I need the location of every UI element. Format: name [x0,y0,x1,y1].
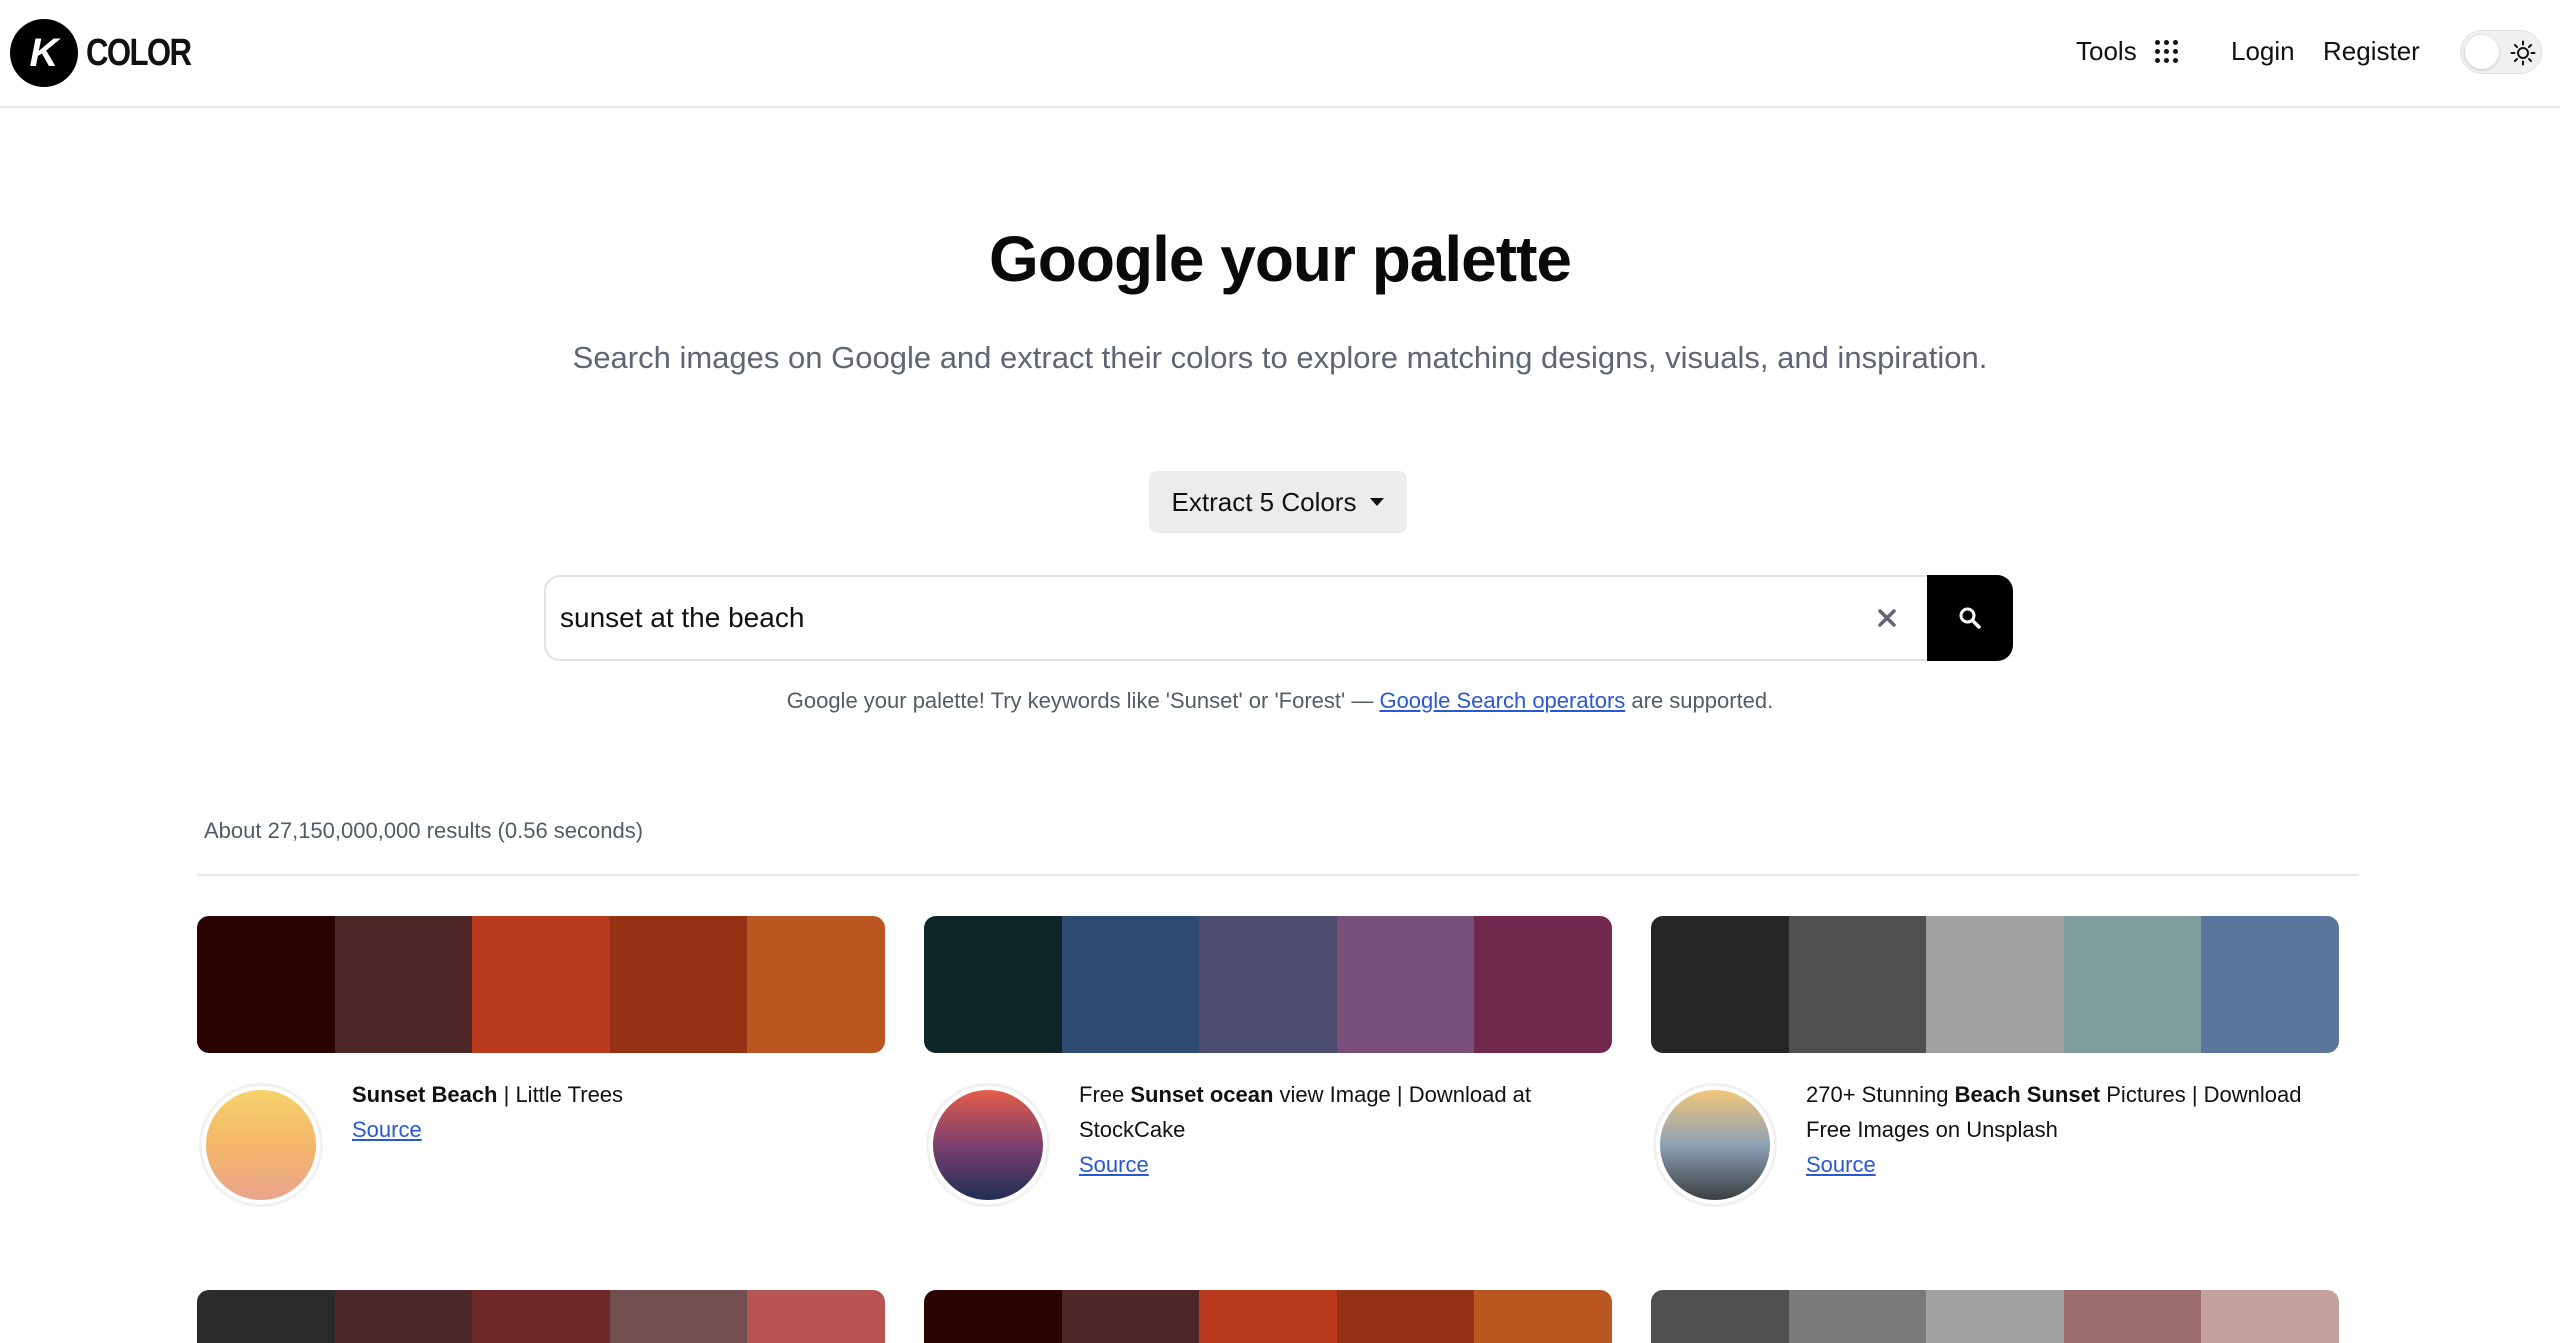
color-swatch[interactable] [1061,1290,1200,1343]
card-title: Sunset Beach | Little Trees Source [352,1077,885,1147]
source-link[interactable]: Source [1079,1147,1612,1182]
color-swatch[interactable] [2201,916,2339,1053]
caret-down-icon [1370,498,1385,506]
color-palette[interactable] [197,916,885,1053]
tools-label: Tools [2076,36,2137,66]
color-swatch[interactable] [1199,916,1337,1053]
page-title: Google your palette [989,223,1572,295]
color-swatch[interactable] [2063,1290,2202,1343]
thumbnail-image [206,1090,316,1200]
title-text: | Little Trees [497,1082,624,1107]
extract-colors-label: Extract 5 Colors [1171,486,1357,517]
clear-icon[interactable] [1870,601,1904,635]
color-swatch[interactable] [334,1290,473,1343]
result-card[interactable]: Free Sunset ocean view Image | Download … [924,916,1612,1207]
search-input[interactable] [560,589,1860,647]
color-swatch[interactable] [472,1290,610,1343]
color-swatch[interactable] [747,1290,885,1343]
color-swatch[interactable] [1474,916,1612,1053]
theme-toggle[interactable] [2460,30,2542,74]
thumbnail-image [1660,1090,1770,1200]
divider [197,874,2359,876]
extract-colors-dropdown[interactable]: Extract 5 Colors [1149,471,1407,533]
color-swatch[interactable] [2063,916,2202,1053]
color-swatch[interactable] [1788,1290,1927,1343]
search-bar [544,575,2013,661]
color-swatch[interactable] [1651,916,1789,1053]
color-palette[interactable] [197,1290,885,1343]
tools-menu[interactable]: Tools [2076,36,2178,67]
title-text: 270+ Stunning [1806,1082,1955,1107]
card-body: Sunset Beach | Little Trees Source [197,1053,885,1207]
title-text: Beach Sunset [1954,1082,2101,1107]
color-swatch[interactable] [1199,1290,1337,1343]
title-text: Free [1079,1082,1131,1107]
toggle-knob [2465,35,2499,69]
color-swatch[interactable] [747,916,885,1053]
source-link[interactable]: Source [1806,1147,2339,1182]
google-operators-link[interactable]: Google Search operators [1379,688,1625,713]
color-swatch[interactable] [1926,1290,2064,1343]
sun-icon [2510,40,2536,66]
search-hint: Google your palette! Try keywords like '… [0,688,2560,714]
register-link[interactable]: Register [2323,36,2420,67]
color-palette[interactable] [924,1290,1612,1343]
color-swatch[interactable] [1336,916,1475,1053]
thumbnail[interactable] [926,1083,1050,1207]
color-swatch[interactable] [197,1290,335,1343]
color-palette[interactable] [924,916,1612,1053]
color-swatch[interactable] [197,916,335,1053]
thumbnail[interactable] [199,1083,323,1207]
thumbnail[interactable] [1653,1083,1777,1207]
result-card[interactable] [1651,1290,2339,1343]
logo-text: COLOR [86,31,192,74]
color-swatch[interactable] [924,916,1062,1053]
result-card[interactable]: 270+ Stunning Beach Sunset Pictures | Do… [1651,916,2339,1207]
hint-prefix: Google your palette! Try keywords like '… [786,688,1380,713]
color-swatch[interactable] [924,1290,1062,1343]
color-swatch[interactable] [1336,1290,1475,1343]
color-swatch[interactable] [1788,916,1927,1053]
source-link[interactable]: Source [352,1112,885,1147]
color-swatch[interactable] [2201,1290,2339,1343]
card-title: 270+ Stunning Beach Sunset Pictures | Do… [1806,1077,2339,1182]
result-card[interactable]: Sunset Beach | Little Trees Source [197,916,885,1207]
login-link[interactable]: Login [2231,36,2295,67]
card-body: 270+ Stunning Beach Sunset Pictures | Do… [1651,1053,2339,1207]
color-palette[interactable] [1651,916,2339,1053]
color-swatch[interactable] [334,916,473,1053]
card-title: Free Sunset ocean view Image | Download … [1079,1077,1612,1182]
color-swatch[interactable] [1651,1290,1789,1343]
hint-suffix: are supported. [1625,688,1774,713]
title-text: Sunset Beach [352,1082,498,1107]
result-card[interactable] [924,1290,1612,1343]
top-header: K COLOR Tools Login Register [0,0,2560,108]
color-palette[interactable] [1651,1290,2339,1343]
thumbnail-image [933,1090,1043,1200]
color-swatch[interactable] [609,916,748,1053]
color-swatch[interactable] [1474,1290,1612,1343]
search-icon [1959,607,1981,629]
logo[interactable]: K COLOR [10,19,213,87]
color-swatch[interactable] [1061,916,1200,1053]
search-button[interactable] [1927,575,2013,661]
color-swatch[interactable] [609,1290,748,1343]
grid-icon [2154,40,2178,63]
logo-mark: K [10,19,78,87]
result-card[interactable] [197,1290,885,1343]
color-swatch[interactable] [1926,916,2064,1053]
title-text: Sunset ocean [1130,1082,1274,1107]
card-body: Free Sunset ocean view Image | Download … [924,1053,1612,1207]
page-subtitle: Search images on Google and extract thei… [572,340,1988,375]
color-swatch[interactable] [472,916,610,1053]
results-count: About 27,150,000,000 results (0.56 secon… [204,818,644,843]
logo-letter: K [29,30,59,75]
